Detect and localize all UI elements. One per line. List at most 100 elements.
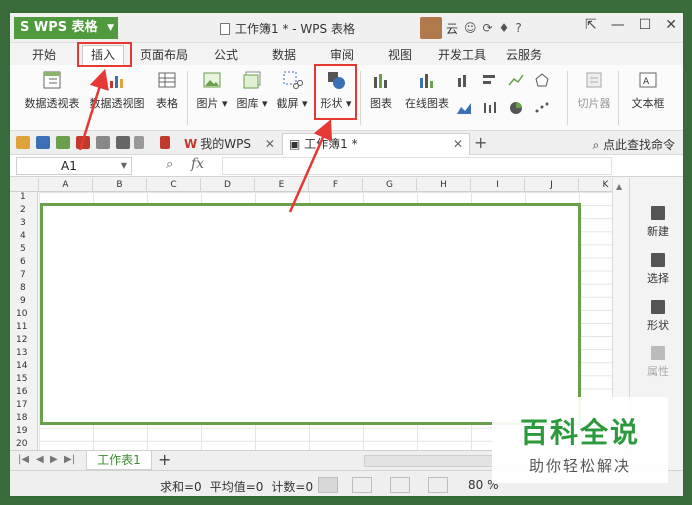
fx-button[interactable]: fx xyxy=(191,156,204,172)
column-header[interactable]: F xyxy=(309,178,363,192)
line-chart-icon[interactable] xyxy=(508,73,524,87)
scatter-chart-icon[interactable] xyxy=(534,101,550,115)
column-header[interactable]: I xyxy=(471,178,525,192)
row-header[interactable]: 4 xyxy=(10,231,38,241)
new-button[interactable]: 新建 xyxy=(630,206,683,239)
column-header[interactable]: B xyxy=(93,178,147,192)
row-header[interactable]: 3 xyxy=(10,218,38,228)
tab-formulas[interactable]: 公式 xyxy=(214,46,238,63)
row-header[interactable]: 9 xyxy=(10,296,38,306)
select-button[interactable]: 选择 xyxy=(630,253,683,286)
tab-developer[interactable]: 开发工具 xyxy=(438,46,486,63)
gallery-button[interactable]: 图库 ▾ xyxy=(234,69,270,111)
restore-ribbon-icon[interactable]: ⇱ xyxy=(585,17,597,33)
row-header[interactable]: 19 xyxy=(10,426,38,436)
shirt-icon[interactable]: ♦ xyxy=(499,21,510,35)
chart-button[interactable]: 图表 xyxy=(366,69,396,111)
find-command[interactable]: ⌕ 点此查找命令 xyxy=(592,136,675,153)
picture-button[interactable]: 图片 ▾ xyxy=(194,69,230,111)
row-header[interactable]: 10 xyxy=(10,309,38,319)
avatar[interactable] xyxy=(420,17,442,39)
next-sheet-icon[interactable]: ▶ xyxy=(50,454,58,465)
scroll-up-icon[interactable]: ▲ xyxy=(616,182,622,191)
sync-icon[interactable]: ⟳ xyxy=(483,21,493,35)
print-preview-icon[interactable] xyxy=(96,136,110,149)
column-chart-icon[interactable] xyxy=(456,73,472,87)
textbox-button[interactable]: A 文本框 xyxy=(626,69,670,111)
row-header[interactable]: 14 xyxy=(10,361,38,371)
tab-page-layout[interactable]: 页面布局 xyxy=(140,46,188,63)
area-chart-icon[interactable] xyxy=(456,101,472,115)
name-box[interactable]: A1 ▼ xyxy=(16,157,132,175)
column-header[interactable]: A xyxy=(39,178,93,192)
column-header[interactable]: J xyxy=(525,178,579,192)
row-header[interactable]: 5 xyxy=(10,244,38,254)
page-break-view-button[interactable] xyxy=(352,477,372,493)
column-header[interactable]: G xyxy=(363,178,417,192)
select-all-corner[interactable] xyxy=(10,178,39,192)
maximize-icon[interactable]: ☐ xyxy=(639,17,652,33)
close-icon[interactable]: ✕ xyxy=(265,137,275,151)
row-header[interactable]: 7 xyxy=(10,270,38,280)
skin-icon[interactable]: ☺ xyxy=(464,21,477,35)
tab-review[interactable]: 审阅 xyxy=(330,46,354,63)
undo-icon[interactable] xyxy=(116,136,130,149)
first-sheet-icon[interactable]: |◀ xyxy=(18,454,29,465)
tab-view[interactable]: 视图 xyxy=(388,46,412,63)
normal-view-button[interactable] xyxy=(318,477,338,493)
formula-input[interactable] xyxy=(222,157,612,175)
tab-workbook1[interactable]: ▣ 工作簿1 * ✕ xyxy=(282,133,470,155)
row-header[interactable]: 20 xyxy=(10,439,38,449)
shape-button[interactable]: 形状 xyxy=(630,300,683,333)
table-button[interactable]: 表格 xyxy=(152,69,182,111)
pivot-table-button[interactable]: 数据透视表 xyxy=(22,69,82,111)
customize-icon[interactable] xyxy=(160,136,170,149)
wps-app-button[interactable]: S WPS 表格 ▼ xyxy=(14,17,118,39)
save-icon[interactable] xyxy=(36,136,50,149)
sheet-tab-1[interactable]: 工作表1 xyxy=(86,451,152,470)
stock-chart-icon[interactable] xyxy=(482,101,498,115)
tab-my-wps[interactable]: W 我的WPS ✕ xyxy=(184,135,275,152)
eye-protect-button[interactable] xyxy=(428,477,448,493)
tab-cloud-service[interactable]: 云服务 xyxy=(506,46,542,63)
row-header[interactable]: 11 xyxy=(10,322,38,332)
radar-chart-icon[interactable] xyxy=(534,73,550,87)
print-icon[interactable] xyxy=(76,136,90,149)
slicer-button[interactable]: 切片器 xyxy=(574,69,614,111)
screenshot-button[interactable]: 截屏 ▾ xyxy=(274,69,310,111)
tab-data[interactable]: 数据 xyxy=(272,46,296,63)
minimize-icon[interactable]: — xyxy=(611,17,625,33)
row-header[interactable]: 12 xyxy=(10,335,38,345)
user-area[interactable]: 云 ☺ ⟳ ♦ ? xyxy=(420,17,522,39)
more-icon[interactable] xyxy=(134,136,144,149)
row-header[interactable]: 15 xyxy=(10,374,38,384)
row-header[interactable]: 1 xyxy=(10,192,38,202)
row-header[interactable]: 18 xyxy=(10,413,38,423)
close-icon[interactable]: ✕ xyxy=(453,134,463,154)
row-header[interactable]: 13 xyxy=(10,348,38,358)
tab-home[interactable]: 开始 xyxy=(32,46,56,63)
column-header[interactable]: D xyxy=(201,178,255,192)
last-sheet-icon[interactable]: ▶| xyxy=(64,454,75,465)
horizontal-scrollbar[interactable] xyxy=(364,455,494,467)
new-tab-button[interactable]: + xyxy=(474,133,487,152)
close-icon[interactable]: ✕ xyxy=(665,17,677,33)
prev-sheet-icon[interactable]: ◀ xyxy=(36,454,44,465)
pivot-chart-button[interactable]: 数据透视图 xyxy=(86,69,148,111)
online-chart-button[interactable]: 在线图表 xyxy=(400,69,454,111)
column-header[interactable]: E xyxy=(255,178,309,192)
column-header[interactable]: C xyxy=(147,178,201,192)
bar-chart-icon[interactable] xyxy=(482,73,498,87)
row-header[interactable]: 2 xyxy=(10,205,38,215)
row-header[interactable]: 6 xyxy=(10,257,38,267)
pie-chart-icon[interactable] xyxy=(508,101,524,115)
reading-mode-button[interactable] xyxy=(390,477,410,493)
column-header[interactable]: H xyxy=(417,178,471,192)
row-header[interactable]: 16 xyxy=(10,387,38,397)
add-sheet-button[interactable]: + xyxy=(158,450,171,469)
output-icon[interactable] xyxy=(56,136,70,149)
row-header[interactable]: 8 xyxy=(10,283,38,293)
row-header[interactable]: 17 xyxy=(10,400,38,410)
help-button[interactable]: ? xyxy=(515,21,521,35)
selected-range[interactable] xyxy=(40,203,581,425)
